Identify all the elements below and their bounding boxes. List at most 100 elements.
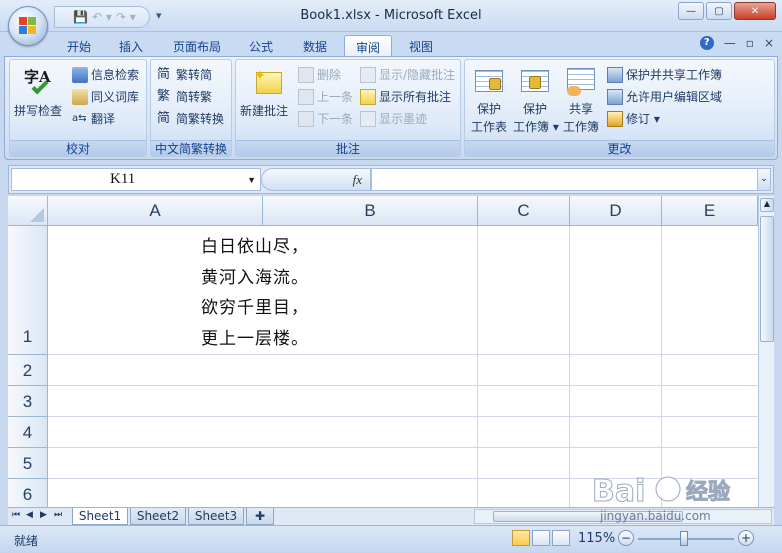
grid-line bbox=[569, 226, 570, 507]
tab-view[interactable]: 视图 bbox=[404, 35, 438, 56]
show-hide-comment-button[interactable]: 显示/隐藏批注 bbox=[360, 66, 455, 83]
zoom-in-icon[interactable]: + bbox=[738, 530, 754, 546]
workbook-restore-button[interactable]: ▫ bbox=[746, 36, 754, 50]
grid-line bbox=[48, 447, 758, 448]
row-header-4[interactable]: 4 bbox=[8, 417, 48, 448]
sheet-tab-2[interactable]: Sheet2 bbox=[130, 508, 186, 525]
insert-function-icon[interactable]: fx bbox=[353, 172, 362, 188]
group-chinese-conversion: 简 繁转简 繁 简转繁 简 简繁转换 中文简繁转换 bbox=[150, 59, 232, 157]
row-header-3[interactable]: 3 bbox=[8, 386, 48, 417]
vertical-scroll-thumb[interactable] bbox=[760, 216, 774, 342]
translate-button[interactable]: a⇆ 翻译 bbox=[72, 110, 115, 127]
grid-line bbox=[477, 226, 478, 507]
show-all-comments-button[interactable]: 显示所有批注 bbox=[360, 88, 451, 105]
column-header-b[interactable]: B bbox=[263, 196, 478, 226]
last-sheet-icon[interactable]: ⏭ bbox=[54, 510, 62, 520]
new-comment-button[interactable]: 新建批注 bbox=[240, 102, 288, 119]
vertical-scrollbar[interactable]: ▲ bbox=[758, 196, 774, 507]
delete-comment-button[interactable]: 删除 bbox=[298, 66, 341, 83]
previous-comment-icon bbox=[298, 88, 314, 105]
tab-formulas[interactable]: 公式 bbox=[244, 35, 278, 56]
office-button[interactable] bbox=[8, 6, 48, 46]
watermark-url: jingyan.baidu.com bbox=[599, 509, 711, 523]
column-header-e[interactable]: E bbox=[662, 196, 758, 226]
grid-line bbox=[48, 416, 758, 417]
zoom-out-icon[interactable]: − bbox=[618, 530, 634, 546]
thesaurus-icon bbox=[72, 88, 88, 105]
simplified-icon: 简 bbox=[157, 66, 171, 82]
protect-sheet-label-2[interactable]: 工作表 bbox=[471, 118, 507, 135]
share-workbook-icon bbox=[565, 66, 597, 98]
allow-edit-ranges-button[interactable]: 允许用户编辑区域 bbox=[607, 88, 722, 105]
delete-comment-icon bbox=[298, 66, 314, 83]
worksheet-grid[interactable]: A B C D E 1 2 3 4 5 6 白日依山尽， 黄河入海流。 欲穷千里… bbox=[8, 196, 758, 507]
tab-review[interactable]: 审阅 bbox=[344, 35, 392, 56]
row-header-5[interactable]: 5 bbox=[8, 448, 48, 479]
share-workbook-label-1[interactable]: 共享 bbox=[569, 100, 593, 117]
first-sheet-icon[interactable]: ⏮ bbox=[12, 510, 20, 520]
grid-line bbox=[48, 354, 758, 355]
page-layout-view-icon[interactable] bbox=[532, 530, 550, 546]
research-icon bbox=[72, 66, 88, 83]
show-hide-comment-icon bbox=[360, 66, 376, 83]
protect-workbook-label-1[interactable]: 保护 bbox=[523, 100, 547, 117]
spell-check-button[interactable]: 拼写检查 bbox=[14, 102, 62, 119]
chinese-convert-button[interactable]: 简 简繁转换 bbox=[157, 110, 224, 127]
track-changes-button[interactable]: 修订 ▾ bbox=[607, 110, 660, 127]
zoom-slider-thumb[interactable] bbox=[680, 531, 688, 546]
cell-a1-b1-merged[interactable]: 白日依山尽， 黄河入海流。 欲穷千里目， 更上一层楼。 bbox=[201, 232, 309, 354]
insert-sheet-icon[interactable]: ✚ bbox=[246, 508, 274, 525]
prev-sheet-icon[interactable]: ◀ bbox=[26, 510, 33, 520]
normal-view-icon[interactable] bbox=[512, 530, 530, 546]
protect-sheet-label-1[interactable]: 保护 bbox=[477, 100, 501, 117]
workbook-minimize-button[interactable]: — bbox=[724, 36, 736, 50]
row-header-6[interactable]: 6 bbox=[8, 479, 48, 507]
cell-text-line: 更上一层楼。 bbox=[201, 328, 309, 349]
next-sheet-icon[interactable]: ▶ bbox=[40, 510, 47, 520]
tab-data[interactable]: 数据 bbox=[298, 35, 332, 56]
research-button[interactable]: 信息检索 bbox=[72, 66, 139, 83]
column-header-d[interactable]: D bbox=[570, 196, 662, 226]
formula-input[interactable] bbox=[371, 168, 761, 191]
group-proofing: 字A 拼写检查 信息检索 同义词库 a⇆ 翻译 校对 bbox=[9, 59, 147, 157]
to-traditional-button[interactable]: 繁 简转繁 bbox=[157, 88, 212, 105]
protect-and-share-button[interactable]: 保护并共享工作簿 bbox=[607, 66, 722, 83]
to-simplified-button[interactable]: 简 繁转简 bbox=[157, 66, 212, 83]
column-header-a[interactable]: A bbox=[48, 196, 263, 226]
sheet-tab-1[interactable]: Sheet1 bbox=[72, 508, 128, 525]
expand-formula-bar-icon[interactable]: ⌄ bbox=[757, 168, 771, 191]
sheet-tab-3[interactable]: Sheet3 bbox=[188, 508, 244, 525]
insert-function-area: fx bbox=[261, 168, 371, 191]
spell-check-icon: 字A bbox=[24, 66, 56, 98]
thesaurus-button[interactable]: 同义词库 bbox=[72, 88, 139, 105]
tab-page-layout[interactable]: 页面布局 bbox=[168, 35, 226, 56]
ribbon-right-controls: ? — ▫ × bbox=[699, 36, 774, 50]
name-box[interactable]: K11 ▼ bbox=[11, 168, 261, 191]
chevron-down-icon[interactable]: ▼ bbox=[247, 175, 256, 185]
maximize-button[interactable]: ▢ bbox=[706, 2, 732, 20]
group-label-chinese: 中文简繁转换 bbox=[151, 140, 231, 156]
help-icon[interactable]: ? bbox=[699, 36, 714, 50]
column-header-c[interactable]: C bbox=[478, 196, 570, 226]
ribbon-tabs: 开始 插入 页面布局 公式 数据 审阅 视图 ? — ▫ × bbox=[0, 32, 782, 56]
row-header-1[interactable]: 1 bbox=[8, 226, 48, 355]
tab-home[interactable]: 开始 bbox=[62, 35, 96, 56]
next-comment-button[interactable]: 下一条 bbox=[298, 110, 353, 127]
close-button[interactable]: ✕ bbox=[734, 2, 776, 20]
workbook-close-button[interactable]: × bbox=[764, 36, 774, 50]
share-workbook-label-2[interactable]: 工作簿 bbox=[563, 118, 599, 135]
next-comment-icon bbox=[298, 110, 314, 127]
scroll-up-icon[interactable]: ▲ bbox=[760, 198, 774, 212]
ribbon: 字A 拼写检查 信息检索 同义词库 a⇆ 翻译 校对 简 繁转简 繁 简转繁 简 bbox=[4, 56, 778, 160]
show-ink-button[interactable]: 显示墨迹 bbox=[360, 110, 427, 127]
minimize-button[interactable]: — bbox=[678, 2, 704, 20]
page-break-view-icon[interactable] bbox=[552, 530, 570, 546]
previous-comment-button[interactable]: 上一条 bbox=[298, 88, 353, 105]
protect-workbook-label-2[interactable]: 工作簿 ▾ bbox=[513, 118, 559, 135]
zoom-level[interactable]: 115% bbox=[578, 531, 615, 546]
view-buttons bbox=[512, 530, 570, 546]
select-all-button[interactable] bbox=[8, 196, 48, 226]
row-header-2[interactable]: 2 bbox=[8, 355, 48, 386]
group-comments: ✦ 新建批注 删除 上一条 下一条 显示/隐藏批注 显示所有批注 显示墨迹 批注 bbox=[235, 59, 461, 157]
tab-insert[interactable]: 插入 bbox=[114, 35, 148, 56]
